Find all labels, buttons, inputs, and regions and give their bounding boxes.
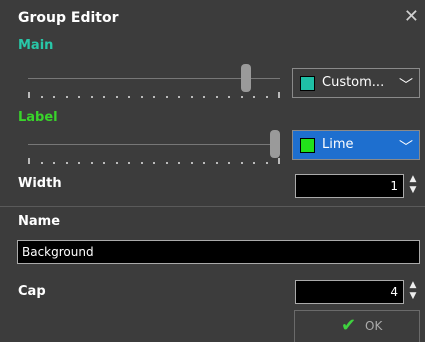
- slider-tick: [191, 96, 193, 98]
- slider-tick: [153, 162, 155, 164]
- slider-tick: [116, 96, 118, 98]
- chevron-down-icon[interactable]: ﹀: [399, 75, 413, 95]
- color-swatch: [300, 138, 315, 153]
- color-swatch: [300, 76, 315, 91]
- slider-tick: [203, 96, 205, 98]
- slider-tick: [53, 162, 55, 164]
- slider-tick: [253, 162, 255, 164]
- slider-tick: [28, 92, 30, 98]
- slider-tick: [216, 96, 218, 98]
- slider-tick: [41, 96, 43, 98]
- spin-arrows-icon[interactable]: ▲ ▼: [407, 174, 419, 198]
- slider-thumb[interactable]: [241, 64, 251, 92]
- slider-tick: [78, 162, 80, 164]
- slider-thumb[interactable]: [270, 130, 280, 158]
- slider-tick: [66, 162, 68, 164]
- label-slider[interactable]: [28, 130, 280, 172]
- slider-tick: [128, 96, 130, 98]
- width-label: Width: [18, 176, 62, 191]
- divider: [0, 206, 425, 207]
- ok-label: OK: [365, 319, 383, 333]
- slider-tick: [28, 158, 30, 164]
- slider-tick: [203, 162, 205, 164]
- slider-tick: [166, 96, 168, 98]
- slider-tick: [178, 96, 180, 98]
- slider-tick: [278, 158, 280, 164]
- combo-value: Lime: [322, 137, 354, 152]
- slider-tick: [91, 162, 93, 164]
- slider-tick: [66, 96, 68, 98]
- slider-tick: [141, 162, 143, 164]
- ok-button[interactable]: ✔ OK: [294, 310, 420, 342]
- slider-ticks: [28, 92, 280, 102]
- main-color-combo[interactable]: Custom... ﹀: [292, 68, 420, 98]
- slider-tick: [266, 162, 268, 164]
- window-title: Group Editor: [18, 10, 119, 26]
- name-value: Background: [22, 245, 94, 259]
- label-color-combo[interactable]: Lime ﹀: [292, 130, 420, 160]
- slider-tick: [266, 96, 268, 98]
- slider-tick: [53, 96, 55, 98]
- title-bar: Group Editor ✕: [0, 0, 425, 36]
- slider-tick: [191, 162, 193, 164]
- combo-value: Custom...: [322, 75, 385, 90]
- slider-tick: [216, 162, 218, 164]
- slider-tick: [241, 162, 243, 164]
- slider-tick: [253, 96, 255, 98]
- cap-label: Cap: [18, 284, 46, 299]
- slider-tick: [241, 96, 243, 98]
- slider-tick: [103, 96, 105, 98]
- chevron-down-icon[interactable]: ﹀: [399, 137, 413, 157]
- slider-tick: [228, 96, 230, 98]
- label-section-label: Label: [18, 110, 58, 125]
- slider-tick: [116, 162, 118, 164]
- slider-tick: [41, 162, 43, 164]
- slider-tick: [78, 96, 80, 98]
- slider-tick: [178, 162, 180, 164]
- slider-tick: [128, 162, 130, 164]
- slider-tick: [166, 162, 168, 164]
- cap-input[interactable]: 4: [295, 280, 404, 304]
- main-section-label: Main: [18, 38, 54, 53]
- cap-value: 4: [390, 285, 398, 299]
- name-label: Name: [18, 214, 61, 229]
- width-value: 1: [390, 179, 398, 193]
- slider-track: [28, 144, 280, 145]
- slider-tick: [141, 96, 143, 98]
- slider-ticks: [28, 158, 280, 168]
- slider-tick: [228, 162, 230, 164]
- slider-tick: [103, 162, 105, 164]
- width-input[interactable]: 1: [295, 174, 404, 198]
- group-editor-window: Group Editor ✕ Main Custom... ﹀ Label Li…: [0, 0, 425, 342]
- spin-arrows-icon[interactable]: ▲ ▼: [407, 280, 419, 304]
- check-icon: ✔: [341, 315, 357, 336]
- slider-tick: [153, 96, 155, 98]
- close-icon[interactable]: ✕: [404, 8, 419, 26]
- slider-tick: [278, 92, 280, 98]
- name-input[interactable]: Background: [17, 240, 420, 264]
- slider-tick: [91, 96, 93, 98]
- main-slider[interactable]: [28, 64, 280, 106]
